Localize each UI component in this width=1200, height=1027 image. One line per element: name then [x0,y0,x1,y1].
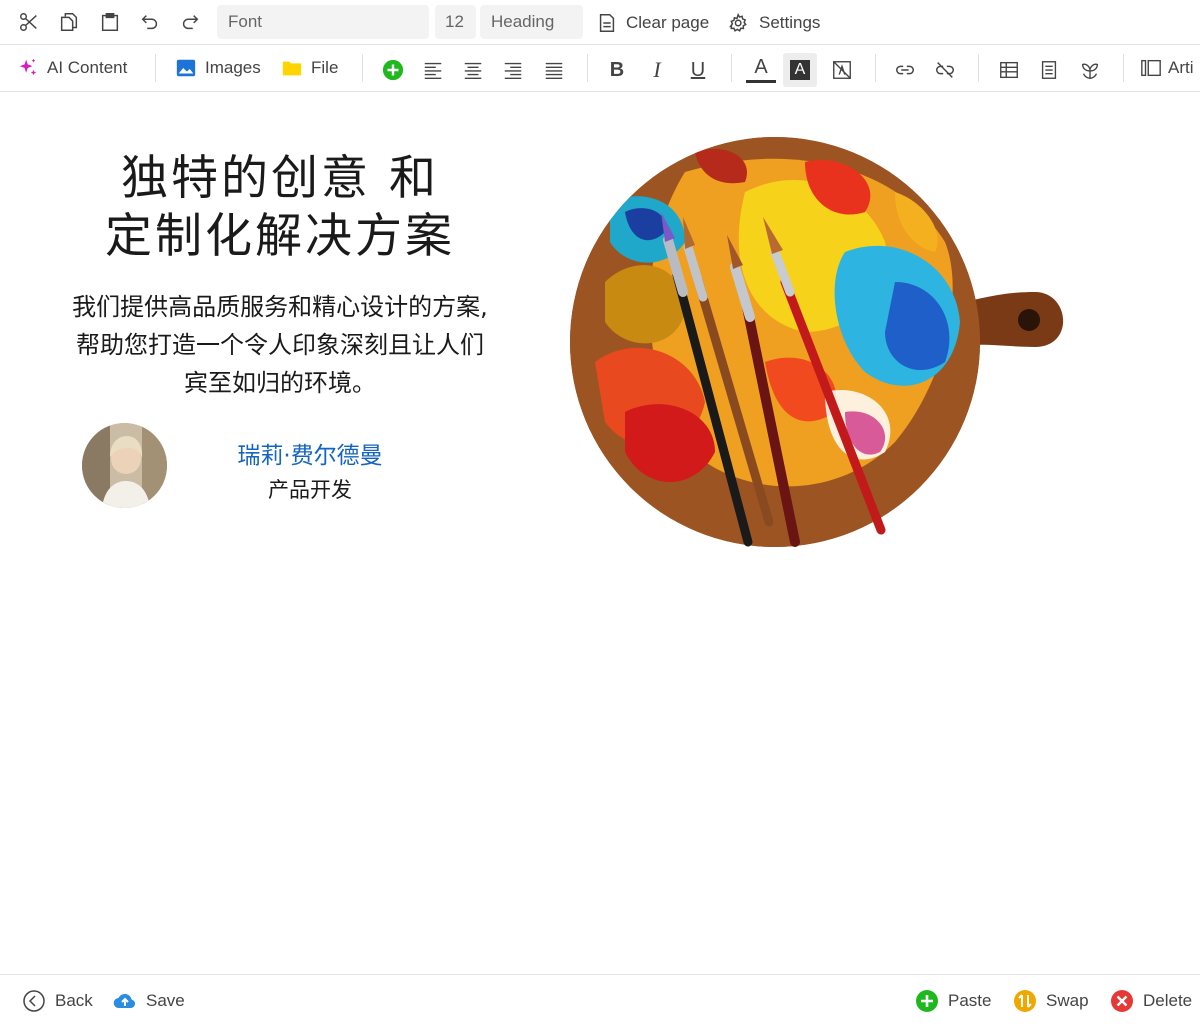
folder-icon [282,61,302,76]
toolbar-divider [155,54,156,82]
close-circle-icon [1111,990,1133,1012]
article-label: Arti [1168,58,1194,77]
headline-line-2: 定制化解决方案 [105,209,455,264]
body-paragraph[interactable]: 我们提供高品质服务和精心设计的方案, 帮助您打造一个令人印象深刻且让人们 宾至如… [30,288,530,402]
headline-line-1: 独特的创意 和 [121,151,439,206]
paste-clipboard-icon[interactable] [96,8,124,36]
italic-button[interactable]: I [642,55,672,85]
body-line-2: 帮助您打造一个令人印象深刻且让人们 [76,331,484,359]
document-icon [599,14,615,32]
images-label: Images [205,58,261,77]
delete-button[interactable]: Delete [1110,987,1192,1015]
plus-circle-icon [916,990,938,1012]
image-icon [176,59,196,77]
back-label: Back [55,991,93,1010]
paint-palette-image[interactable] [565,132,1080,552]
sparkle-icon [19,58,37,76]
undo-icon[interactable] [136,8,164,36]
ai-content-button[interactable]: AI Content [17,53,127,83]
underline-button[interactable]: U [683,55,713,85]
toolbar-divider [362,54,363,82]
text-style-select[interactable]: Heading [480,5,583,39]
swap-button[interactable]: Swap [1013,987,1089,1015]
toolbar-divider [875,54,876,82]
cut-icon[interactable] [15,8,43,36]
delete-label: Delete [1143,991,1193,1010]
font-input[interactable]: Font [217,5,429,39]
columns-icon [1141,59,1161,77]
settings-button[interactable]: Settings [729,8,820,38]
body-line-1: 我们提供高品质服务和精心设计的方案, [72,293,488,321]
ai-content-label: AI Content [47,58,128,77]
swap-label: Swap [1046,991,1089,1010]
toolbar-divider [731,54,732,82]
main-toolbar: Font 12 Heading Clear page Settings [0,0,1200,45]
back-button[interactable]: Back [22,987,93,1015]
align-center-icon[interactable] [458,55,488,85]
table-icon[interactable] [994,55,1024,85]
align-justify-icon[interactable] [539,55,569,85]
images-button[interactable]: Images [175,53,261,83]
page-icon[interactable] [1034,55,1064,85]
highlight-glyph: A [790,60,810,80]
settings-label: Settings [759,13,821,32]
clear-page-label: Clear page [626,13,710,32]
link-icon[interactable] [890,55,920,85]
article-button[interactable]: Arti [1140,53,1194,83]
person-name[interactable]: 瑞莉·费尔德曼 [210,436,410,470]
toolbar-divider [587,54,588,82]
toolbar-divider [978,54,979,82]
redo-icon[interactable] [176,8,204,36]
unlink-icon[interactable] [930,55,960,85]
file-button[interactable]: File [281,53,338,83]
toolbar-divider [1123,54,1124,82]
paste-label: Paste [948,991,992,1010]
bottom-action-bar: Back Save Paste Swap Delete [0,974,1200,1027]
page-title[interactable]: 独特的创意 和 定制化解决方案 [30,150,530,266]
clear-page-button[interactable]: Clear page [596,8,709,38]
highlight-color-button[interactable]: A [783,53,817,87]
file-label: File [311,58,339,77]
plant-icon[interactable] [1075,55,1105,85]
align-left-icon[interactable] [418,55,448,85]
body-line-3: 宾至如归的环境。 [184,369,376,397]
gear-icon [729,12,747,32]
clear-format-icon[interactable] [827,55,857,85]
copy-icon[interactable] [55,8,83,36]
bold-button[interactable]: B [602,55,632,85]
save-button[interactable]: Save [113,987,185,1015]
save-label: Save [146,991,185,1010]
swap-icon [1014,990,1036,1012]
paste-button[interactable]: Paste [915,987,991,1015]
font-size-input[interactable]: 12 [435,5,476,39]
avatar[interactable] [82,423,167,508]
text-color-button[interactable]: A [746,55,776,83]
editor-canvas[interactable]: 独特的创意 和 定制化解决方案 我们提供高品质服务和精心设计的方案, 帮助您打造… [0,92,1200,974]
align-right-icon[interactable] [498,55,528,85]
add-block-icon[interactable] [378,55,408,85]
person-role[interactable]: 产品开发 [210,474,410,504]
back-arrow-icon [23,990,45,1012]
cloud-upload-icon [113,993,136,1009]
